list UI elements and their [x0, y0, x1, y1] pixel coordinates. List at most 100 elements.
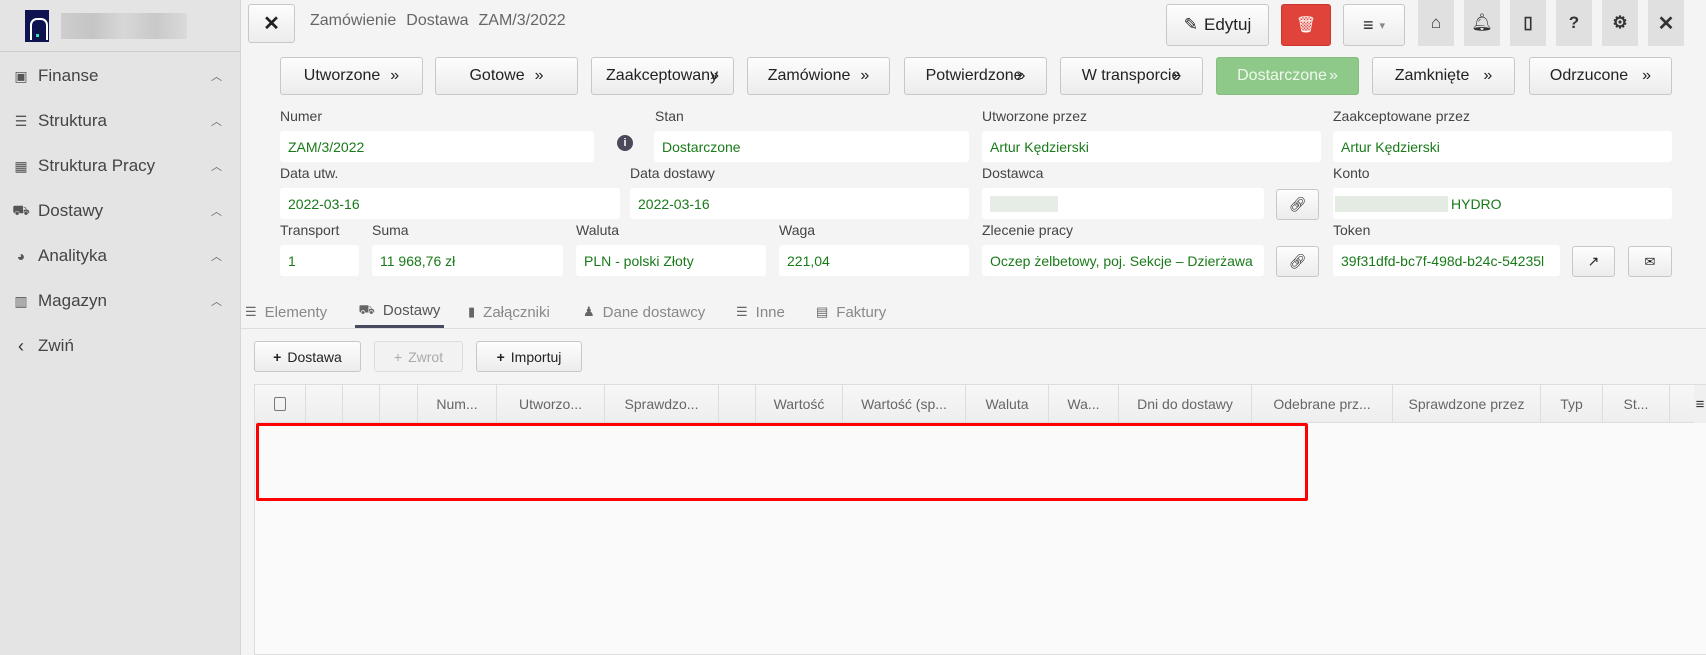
column-header[interactable]: Sprawdzone przez	[1393, 385, 1541, 423]
column-header[interactable]: Wartość (sp...	[843, 385, 966, 423]
tab-dane-dostawcy[interactable]: ♟ Dane dostawcy	[583, 296, 705, 328]
konto-blurred	[1335, 195, 1448, 212]
breadcrumb-item[interactable]: Dostawa	[406, 12, 468, 30]
status-potwierdzone-button[interactable]: Potwierdzone»	[904, 57, 1047, 95]
delete-button[interactable]: 🗑	[1281, 4, 1331, 46]
tab-zalaczniki[interactable]: ▮ Załączniki	[468, 296, 550, 328]
sidebar-item-analityka[interactable]: ◕ Analityka ︿	[0, 236, 241, 276]
status-zaakceptowany-button[interactable]: Zaakceptowany»	[591, 57, 734, 95]
status-gotowe-button[interactable]: Gotowe»	[435, 57, 578, 95]
sidebar-item-struktura-pracy[interactable]: ▦ Struktura Pracy ︿	[0, 146, 241, 186]
divider	[0, 51, 241, 52]
money-icon: ▣	[14, 67, 28, 84]
tab-dostawy-active[interactable]: ⛟ Dostawy	[355, 296, 444, 328]
column-header[interactable]	[343, 385, 380, 423]
status-zamowione-button[interactable]: Zamówione»	[747, 57, 890, 95]
import-button[interactable]: + Importuj	[476, 341, 582, 372]
status-odrzucone-button[interactable]: Odrzucone»	[1529, 57, 1672, 95]
status-w-transporcie-button[interactable]: W transporcie»	[1060, 57, 1203, 95]
column-header[interactable]: Typ	[1541, 385, 1603, 423]
envelope-icon: ✉	[1644, 253, 1656, 269]
column-header[interactable]	[306, 385, 343, 423]
column-header[interactable]: Utworzo...	[497, 385, 605, 423]
token-field[interactable]: 39f31dfd-bc7f-498d-b24c-54235l	[1333, 245, 1560, 276]
column-header[interactable]: Sprawdzo...	[605, 385, 719, 423]
column-menu-icon[interactable]: ≡	[1694, 385, 1706, 423]
plus-icon: +	[496, 348, 505, 365]
sidebar-collapse[interactable]: ‹ Zwiń	[0, 326, 241, 366]
send-email-button[interactable]: ✉	[1628, 246, 1672, 277]
column-header[interactable]: Odebrane prz...	[1252, 385, 1393, 423]
list-icon: ☰	[736, 304, 748, 319]
column-header[interactable]: Waluta	[966, 385, 1049, 423]
notifications-button[interactable]: 🔔︎	[1464, 0, 1500, 46]
dostawca-field[interactable]	[982, 188, 1264, 219]
double-chevron-right-icon: »	[390, 67, 400, 84]
transport-field[interactable]: 1	[280, 245, 359, 276]
chevron-up-icon: ︿	[211, 71, 222, 83]
data-utw-field[interactable]: 2022-03-16	[280, 188, 620, 219]
column-header[interactable]: Wa...	[1049, 385, 1119, 423]
sidebar-item-magazyn[interactable]: ▥ Magazyn ︿	[0, 281, 241, 321]
logout-button[interactable]: ✕	[1648, 0, 1684, 46]
file-icon: ▮	[468, 304, 476, 319]
question-icon: ?	[1568, 13, 1580, 32]
konto-label: Konto	[1333, 165, 1370, 181]
link-icon: 🔗︎	[1288, 196, 1307, 212]
close-icon: ✕	[1657, 12, 1675, 35]
sidebar-item-struktura[interactable]: ☰ Struktura ︿	[0, 101, 241, 141]
data-dostawy-field[interactable]: 2022-03-16	[630, 188, 969, 219]
select-all-checkbox[interactable]	[255, 385, 306, 423]
sidebar-item-finanse[interactable]: ▣ Finanse ︿	[0, 56, 241, 96]
add-zwrot-button-disabled[interactable]: + Zwrot	[374, 341, 463, 372]
mobile-button[interactable]: ▯	[1510, 0, 1546, 46]
tab-faktury[interactable]: ▤ Faktury	[816, 296, 886, 328]
double-chevron-right-icon: »	[1172, 67, 1182, 84]
utworzone-przez-field[interactable]: Artur Kędzierski	[982, 131, 1321, 162]
numer-field[interactable]: ZAM/3/2022	[280, 131, 594, 162]
home-button[interactable]: ⌂	[1418, 0, 1454, 46]
column-header[interactable]: Wartość	[756, 385, 843, 423]
help-button[interactable]: ?	[1556, 0, 1592, 46]
settings-button[interactable]: ⚙	[1602, 0, 1638, 46]
transport-label: Transport	[280, 222, 340, 238]
utworzone-przez-label: Utworzone przez	[982, 108, 1088, 124]
add-dostawa-button[interactable]: + Dostawa	[254, 341, 361, 372]
column-header[interactable]	[719, 385, 756, 423]
column-header[interactable]: Num...	[418, 385, 497, 423]
tab-elementy[interactable]: ☰ Elementy	[245, 296, 327, 328]
waga-field[interactable]: 221,04	[779, 245, 969, 276]
suma-field[interactable]: 11 968,76 zł	[372, 245, 563, 276]
sidebar-item-dostawy[interactable]: ⛟ Dostawy ︿	[0, 191, 241, 231]
dostawca-link-button[interactable]: 🔗︎	[1276, 189, 1319, 220]
more-menu-button[interactable]: ≡ ▾	[1343, 4, 1405, 46]
zlecenie-label: Zlecenie pracy	[982, 222, 1074, 238]
info-icon[interactable]: i	[617, 135, 633, 151]
open-external-button[interactable]: ↗	[1572, 246, 1615, 277]
waluta-label: Waluta	[576, 222, 620, 238]
checkbox-icon[interactable]	[274, 397, 286, 411]
column-header[interactable]: St...	[1603, 385, 1670, 423]
app-logo[interactable]	[25, 10, 49, 42]
tab-inne[interactable]: ☰ Inne	[736, 296, 785, 328]
edit-button[interactable]: ✎ Edytuj	[1166, 4, 1269, 46]
status-zamkniete-button[interactable]: Zamknięte»	[1372, 57, 1515, 95]
status-dostarczone-button-active[interactable]: Dostarczone»	[1216, 57, 1359, 95]
double-chevron-right-icon: »	[1483, 67, 1493, 84]
stan-field[interactable]: Dostarczone	[654, 131, 969, 162]
zaakceptowane-przez-label: Zaakceptowane przez	[1333, 108, 1470, 124]
column-header[interactable]: Dni do dostawy	[1119, 385, 1252, 423]
status-utworzone-button[interactable]: Utworzone»	[280, 57, 423, 95]
zlecenie-link-button[interactable]: 🔗︎	[1276, 246, 1319, 277]
konto-field[interactable]: HYDRO	[1333, 188, 1672, 219]
zlecenie-field[interactable]: Oczep żelbetowy, poj. Sekcje – Dzierżawa	[982, 245, 1264, 276]
tabs-divider	[241, 328, 1706, 329]
waluta-field[interactable]: PLN - polski Złoty	[576, 245, 766, 276]
zaakceptowane-przez-field[interactable]: Artur Kędzierski	[1333, 131, 1672, 162]
data-dostawy-label: Data dostawy	[630, 165, 715, 181]
breadcrumb-item[interactable]: Zamówienie	[310, 12, 396, 30]
column-header[interactable]	[380, 385, 418, 423]
close-button[interactable]: ✕	[248, 4, 295, 43]
double-chevron-right-icon: »	[1016, 67, 1026, 84]
highlight-box	[256, 423, 1308, 501]
